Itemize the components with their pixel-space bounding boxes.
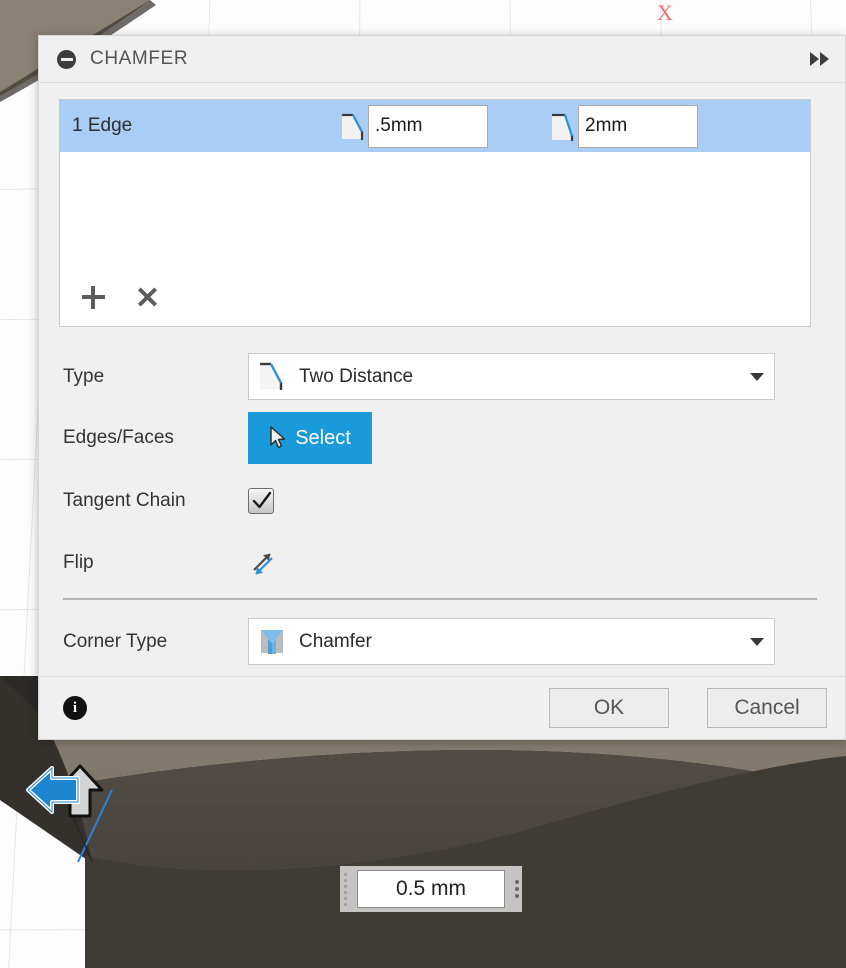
edge-list[interactable]: 1 Edge: [59, 99, 811, 327]
plus-icon[interactable]: [80, 284, 108, 312]
distance1-input[interactable]: [368, 104, 488, 148]
corner-chamfer-icon: [257, 621, 287, 662]
dialog-title-bar[interactable]: CHAMFER: [39, 36, 845, 83]
row-type: Type Two Distance: [39, 353, 845, 400]
row-flip: Flip: [39, 540, 845, 586]
dimension-widget[interactable]: [340, 866, 522, 912]
edge-list-tools: [60, 284, 810, 326]
dimension-input[interactable]: [357, 870, 505, 908]
select-button-label: Select: [295, 426, 351, 449]
distance1-group[interactable]: [340, 104, 488, 148]
axis-label-x: X: [657, 0, 673, 25]
edge-count-label: 1 Edge: [72, 115, 133, 136]
edges-faces-label: Edges/Faces: [63, 427, 174, 448]
drag-manipulator[interactable]: [22, 760, 132, 845]
dialog-body: 1 Edge .5mm 2mm Type Two Distance Edges/…: [39, 83, 845, 676]
cursor-arrow-icon: [269, 426, 287, 450]
page-title: CHAMFER: [90, 48, 189, 69]
close-x-icon[interactable]: [134, 284, 162, 312]
chevron-down-icon[interactable]: [750, 637, 764, 646]
chamfer-icon: [340, 109, 368, 143]
drag-grip[interactable]: [340, 872, 351, 906]
tangent-chain-checkbox[interactable]: [248, 488, 274, 514]
type-label: Type: [63, 365, 105, 387]
distance2-group[interactable]: [550, 104, 698, 148]
corner-type-label: Corner Type: [63, 630, 168, 652]
chevron-down-icon[interactable]: [750, 372, 764, 381]
flip-label: Flip: [63, 552, 94, 573]
type-value: Two Distance: [299, 365, 414, 387]
cancel-button[interactable]: Cancel: [707, 688, 827, 728]
options-grip[interactable]: [511, 872, 522, 906]
select-button[interactable]: Select: [248, 412, 372, 464]
dialog-footer: i OK Cancel: [39, 676, 845, 739]
corner-type-value: Chamfer: [299, 630, 372, 652]
chamfer-icon: [550, 109, 578, 143]
chamfer-dialog[interactable]: CHAMFER 1 Edge .5mm 2mm Type Two Distanc…: [38, 35, 846, 740]
row-corner-type: Corner Type Chamfer: [39, 618, 845, 665]
fast-forward-icon[interactable]: [810, 52, 829, 66]
tangent-chain-label: Tangent Chain: [63, 490, 186, 511]
row-tangent-chain: Tangent Chain: [39, 478, 845, 524]
ok-button[interactable]: OK: [549, 688, 669, 728]
corner-type-dropdown[interactable]: Chamfer: [248, 618, 775, 665]
distance2-input[interactable]: [578, 104, 698, 148]
chamfer-icon: [257, 356, 287, 397]
table-row[interactable]: 1 Edge: [60, 100, 810, 152]
flip-arrows-icon[interactable]: [248, 548, 278, 578]
row-edges-faces: Edges/Faces Select: [39, 412, 845, 464]
info-icon[interactable]: i: [63, 696, 87, 720]
type-dropdown[interactable]: Two Distance: [248, 353, 775, 400]
minus-circle-icon[interactable]: [57, 49, 76, 69]
section-divider: [63, 598, 817, 600]
